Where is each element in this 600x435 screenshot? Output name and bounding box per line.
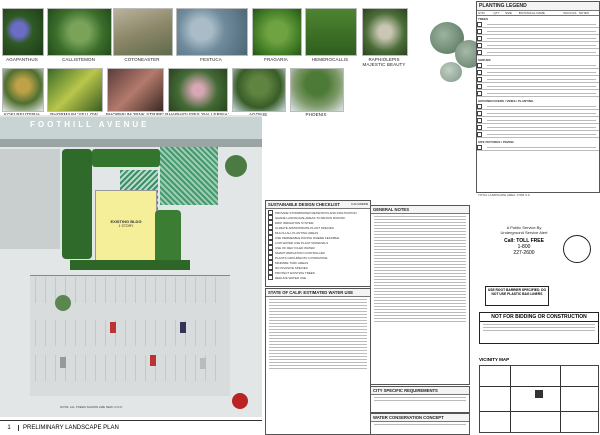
entry-paving — [160, 147, 218, 205]
sustainable-checklist: SUSTAINABLE DESIGN CHECKLIST CALGREEN PR… — [265, 200, 371, 287]
plant-label: FESTUCA — [200, 57, 222, 62]
checklist-item-label: PROVIDE STORMWATER RETENTION AND INFILTR… — [275, 210, 357, 215]
plant-photo-agonis — [232, 68, 286, 112]
planting-strip-left — [62, 149, 92, 259]
checklist-item-label: REDUCE WATER USE — [275, 275, 307, 280]
plant-label: CALLISTEMON — [62, 57, 95, 62]
plant-label: AGAPANTHUS — [6, 57, 38, 62]
checklist-item: PROVIDE STORMWATER RETENTION AND INFILTR… — [268, 210, 368, 215]
street-name: FOOTHILL AVENUE — [30, 120, 150, 129]
landscape-plan-sheet: AGAPANTHUS CALLISTEMON COTONEASTER FESTU… — [0, 0, 600, 435]
plant-photo-raphiolepis — [362, 8, 408, 56]
tree-symbol — [225, 155, 247, 177]
checklist-item-label: DRIP IRRIGATION SYSTEM — [275, 220, 314, 225]
service-alert: A Public Service By Underground Service … — [480, 225, 568, 275]
checklist-item-label: USE PERMEABLE PAVING WHERE FEASIBLE — [275, 235, 340, 240]
plant-photo-koelreuteria — [2, 68, 44, 112]
vicinity-site-marker — [535, 390, 543, 398]
checklist-items: PROVIDE STORMWATER RETENTION AND INFILTR… — [266, 209, 370, 281]
checklist-item-label: MINIMIZE TURF AREAS — [275, 260, 309, 265]
plan-title-bar: 1 PRELIMINARY LANDSCAPE PLAN — [0, 420, 262, 434]
tree-symbol — [55, 295, 71, 311]
water-conservation: WATER CONSERVATION CONCEPT — [370, 413, 470, 435]
checklist-item-label: CLIMATE APPROPRIATE PLANT SPECIES — [275, 225, 334, 230]
plant-label: HEMEROCALLIS — [311, 57, 349, 62]
service-logo-icon — [563, 235, 591, 263]
site-plan: FOOTHILL AVENUE EXISTING BLDG 1 STORY — [0, 115, 262, 417]
car — [180, 322, 186, 333]
vicinity-map — [479, 365, 599, 433]
legend-title: PLANTING LEGEND — [477, 2, 599, 11]
vicinity-map-title: VICINITY MAP — [479, 357, 510, 362]
building-sub: 1 STORY — [118, 224, 134, 228]
legend-col-head: NOTES — [578, 11, 590, 15]
sidewalk — [0, 139, 262, 147]
parking-stalls — [35, 320, 225, 346]
warning-title: NOT FOR BIDDING OR CONSTRUCTION — [480, 313, 598, 322]
existing-building: EXISTING BLDG 1 STORY — [95, 190, 157, 262]
plant-photo-phoenix — [290, 68, 344, 112]
service-line2: Underground Service Alert — [500, 230, 548, 235]
plan-number: 1 — [0, 424, 19, 431]
general-notes: GENERAL NOTES — [370, 205, 470, 385]
planting-bed-right — [155, 210, 181, 265]
service-number2: 227-2600 — [513, 250, 535, 256]
checklist-item-label: LOW WATER USE PLANT MATERIALS — [275, 240, 329, 245]
city-requirements: CITY SPECIFIC REQUIREMENTS — [370, 386, 470, 413]
plant-photo-phormium-yellow — [47, 68, 103, 112]
legend-col-head: WUCOLS — [563, 11, 577, 15]
plant-label: COTONEASTER — [124, 57, 160, 62]
root-barrier-text: USE ROOT BARRIER SPECIFIED. DO NOT USE P… — [487, 288, 547, 296]
landscape-area-note: TOTAL LANDSCAPE AREA: 3.584 S.F. — [478, 193, 531, 197]
city-title: CITY SPECIFIC REQUIREMENTS — [371, 387, 469, 395]
plant-label: RAPHIOLEPIS MAJESTIC BEAUTY — [362, 57, 406, 67]
plan-note: NOTE: ALL TREES SHOWN ARE NEW U.N.O. — [60, 405, 123, 409]
checklist-item-label: NO INVASIVE SPECIES — [275, 265, 308, 270]
checkbox-icon — [268, 275, 273, 280]
checklist-flag: CALGREEN — [351, 202, 368, 206]
car — [150, 355, 156, 366]
legend-col-head: QTY — [493, 11, 500, 15]
plant-photo-agapanthus — [2, 8, 44, 56]
planting-strip-top — [92, 149, 160, 167]
plant-label: PHOENIX — [305, 112, 327, 117]
car — [200, 358, 206, 369]
plan-title: PRELIMINARY LANDSCAPE PLAN — [23, 424, 119, 431]
water-use-section: STATE OF CALIF. ESTIMATED WATER USE — [265, 288, 371, 435]
planting-legend: PLANTING LEGEND SYM QTY SIZE BOTANICAL N… — [476, 1, 600, 193]
tree-illustration — [440, 62, 462, 82]
checklist-item-label: PLANTS GROUPED BY HYDROZONE — [275, 255, 328, 260]
notes-title: GENERAL NOTES — [371, 206, 469, 214]
checklist-item-label: MULCH ALL PLANTING AREAS — [275, 230, 319, 235]
plant-photo-cotoneaster — [113, 8, 173, 56]
warning-box: NOT FOR BIDDING OR CONSTRUCTION — [479, 312, 599, 344]
car — [60, 357, 66, 368]
water-use-title: STATE OF CALIF. ESTIMATED WATER USE — [266, 289, 370, 297]
legend-col-head: BOTANICAL NAME — [518, 11, 545, 15]
planting-bed-bottom — [70, 260, 190, 270]
plant-photo-hemerocallis — [305, 8, 357, 56]
checklist-item: REDUCE WATER USE — [268, 275, 368, 280]
car — [110, 322, 116, 333]
legend-col-head: SIZE — [505, 11, 512, 15]
legend-col-head: SYM — [478, 11, 485, 15]
checklist-title: SUSTAINABLE DESIGN CHECKLIST — [268, 202, 340, 207]
checklist-item-label: USE OF RECYCLED WATER — [275, 245, 315, 250]
plant-label: FRAGARIA — [264, 57, 288, 62]
plant-photo-phormium-pink — [107, 68, 164, 112]
checklist-item-label: SMART IRRIGATION CONTROLLER — [275, 250, 325, 255]
plant-photo-fragaria — [252, 8, 302, 56]
root-barrier-note: USE ROOT BARRIER SPECIFIED. DO NOT USE P… — [485, 286, 549, 306]
plant-photo-festuca — [176, 8, 248, 56]
adjacent-property — [0, 149, 60, 249]
checklist-item-label: GRADE LANDSCAPE AREAS TO RETAIN RUNOFF — [275, 215, 346, 220]
conservation-title: WATER CONSERVATION CONCEPT — [371, 414, 469, 422]
plant-photo-callistemon — [47, 8, 112, 56]
plant-photo-rhaphiolepis-ballerina — [168, 68, 228, 112]
checklist-item-label: PROTECT EXISTING TREES — [275, 270, 315, 275]
